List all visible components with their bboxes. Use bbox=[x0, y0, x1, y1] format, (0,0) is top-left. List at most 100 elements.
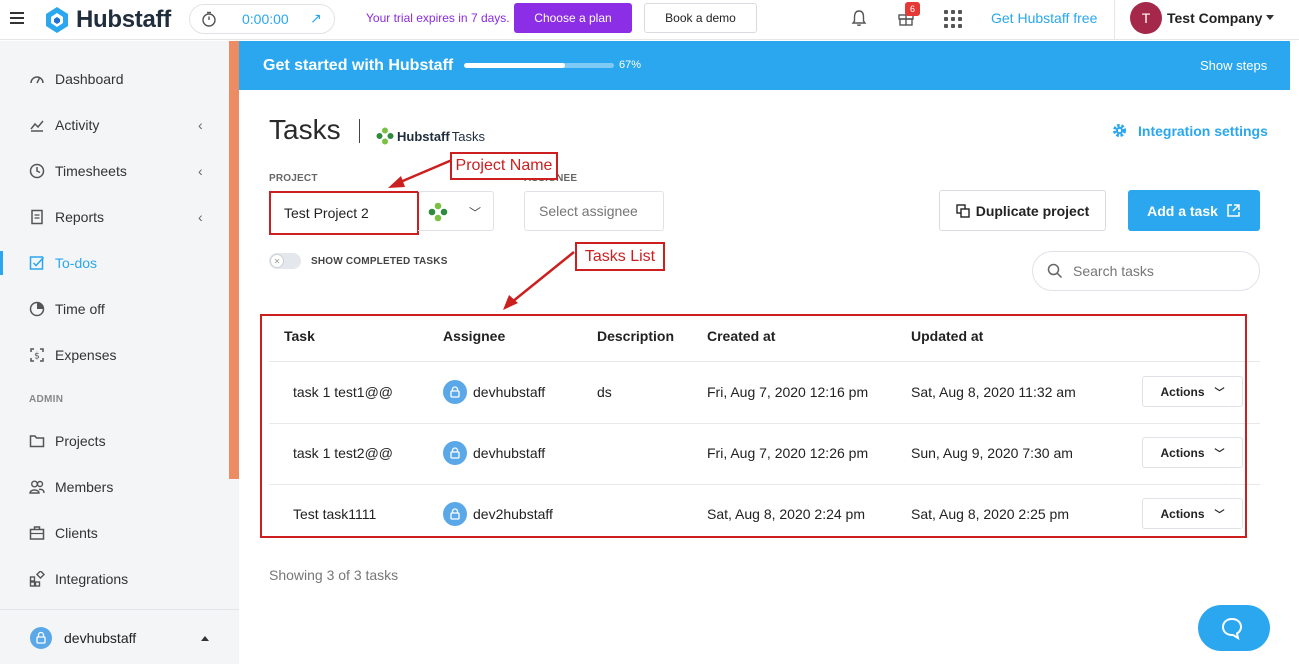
lock-user-icon bbox=[450, 386, 460, 398]
user-name: devhubstaff bbox=[64, 630, 137, 646]
sidebar-item-time-off[interactable]: Time off bbox=[0, 289, 229, 329]
open-timer-arrow-icon[interactable]: ↗ bbox=[310, 10, 322, 27]
assignee-avatar bbox=[443, 441, 467, 465]
checkbox-icon bbox=[29, 256, 45, 270]
lock-user-icon bbox=[450, 447, 460, 459]
sidebar-item-activity[interactable]: Activity ‹ bbox=[0, 105, 229, 145]
pagination-summary: Showing 3 of 3 tasks bbox=[269, 567, 399, 583]
activity-chart-icon bbox=[30, 120, 44, 132]
user-avatar bbox=[30, 627, 52, 649]
onboarding-progress-label: 67% bbox=[619, 59, 642, 71]
sidebar-user-menu[interactable]: devhubstaff bbox=[0, 609, 239, 664]
task-created-at: Sat, Aug 8, 2020 2:24 pm bbox=[707, 506, 866, 522]
get-hubstaff-free-link[interactable]: Get Hubstaff free bbox=[991, 10, 1097, 26]
add-task-button[interactable]: Add a task bbox=[1128, 190, 1260, 231]
sidebar-item-integrations[interactable]: Integrations bbox=[0, 559, 229, 599]
search-tasks-input[interactable] bbox=[1073, 261, 1243, 281]
sidebar-item-label: Activity bbox=[55, 117, 100, 133]
assignee-avatar bbox=[443, 380, 467, 404]
task-name[interactable]: task 1 test2@@ bbox=[293, 445, 393, 461]
onboarding-progress-fill bbox=[464, 63, 565, 68]
sidebar-item-label: Members bbox=[55, 479, 114, 495]
task-name[interactable]: task 1 test1@@ bbox=[293, 384, 393, 400]
choose-plan-button[interactable]: Choose a plan bbox=[514, 3, 632, 33]
integration-settings-link[interactable]: Integration settings bbox=[1111, 122, 1268, 139]
sidebar-item-dashboard[interactable]: Dashboard bbox=[0, 59, 229, 99]
bell-icon[interactable] bbox=[850, 9, 868, 27]
actions-dropdown[interactable]: Actions ﹀ bbox=[1142, 437, 1243, 468]
chevron-down-icon: ﹀ bbox=[469, 206, 482, 220]
task-updated-at: Sun, Aug 9, 2020 7:30 am bbox=[911, 445, 1073, 461]
task-created-at: Fri, Aug 7, 2020 12:16 pm bbox=[707, 384, 869, 400]
table-header-divider bbox=[269, 361, 1260, 362]
toggle-off-icon: ✕ bbox=[270, 254, 284, 268]
chevron-down-icon: ﹀ bbox=[1214, 388, 1225, 399]
company-name[interactable]: Test Company bbox=[1167, 10, 1262, 26]
sidebar-item-timesheets[interactable]: Timesheets ‹ bbox=[0, 151, 229, 191]
brand-regular: Tasks bbox=[451, 128, 485, 144]
tasks-list-arrow-line bbox=[511, 251, 575, 303]
folder-icon bbox=[29, 435, 45, 448]
sidebar-item-projects[interactable]: Projects bbox=[0, 421, 229, 461]
hubstaff-logo-icon bbox=[46, 7, 68, 33]
sidebar-item-clients[interactable]: Clients bbox=[0, 513, 229, 553]
banner-title: Get started with Hubstaff bbox=[263, 57, 454, 74]
row-divider bbox=[269, 423, 1260, 424]
chat-bubble-icon bbox=[1221, 617, 1243, 640]
add-task-label: Add a task bbox=[1147, 202, 1218, 219]
svg-text:$: $ bbox=[34, 352, 40, 362]
show-completed-toggle[interactable]: ✕ bbox=[269, 253, 301, 269]
sidebar-item-expenses[interactable]: $ Expenses bbox=[0, 335, 229, 375]
column-header-updated-at[interactable]: Updated at bbox=[911, 328, 983, 344]
task-name[interactable]: Test task1111 bbox=[293, 506, 376, 522]
project-label: PROJECT bbox=[269, 173, 318, 184]
sidebar-item-label: Expenses bbox=[55, 347, 117, 363]
duplicate-project-label: Duplicate project bbox=[975, 202, 1090, 219]
project-select-toggle[interactable]: ﹀ bbox=[418, 191, 494, 231]
project-name-arrow-line bbox=[397, 158, 453, 185]
sidebar-item-label: Integrations bbox=[55, 571, 129, 587]
brand-name: Hubstaff bbox=[76, 6, 171, 33]
project-name-annotation: Project Name bbox=[450, 152, 558, 180]
column-header-assignee[interactable]: Assignee bbox=[443, 328, 505, 344]
project-select[interactable]: Test Project 2 bbox=[269, 191, 419, 235]
company-avatar[interactable]: T bbox=[1130, 2, 1162, 34]
duplicate-project-button[interactable]: Duplicate project bbox=[939, 190, 1106, 231]
actions-dropdown[interactable]: Actions ﹀ bbox=[1142, 376, 1243, 407]
lock-user-icon bbox=[36, 631, 46, 644]
lock-user-icon bbox=[450, 508, 460, 520]
menu-icon[interactable] bbox=[10, 12, 24, 24]
task-description: ds bbox=[597, 384, 612, 400]
tasks-list-arrow-head bbox=[503, 295, 518, 310]
page-title: Tasks bbox=[269, 114, 341, 145]
sidebar-item-members[interactable]: Members bbox=[0, 467, 229, 507]
column-header-task[interactable]: Task bbox=[284, 328, 315, 344]
assignee-name: dev2hubstaff bbox=[473, 506, 553, 522]
timer-widget[interactable]: 0:00:00 ↗ bbox=[189, 4, 335, 34]
banner-edge bbox=[1290, 41, 1299, 90]
sidebar-item-label: Clients bbox=[55, 525, 98, 541]
show-steps-link[interactable]: Show steps bbox=[1200, 58, 1267, 73]
sidebar-scrollbar[interactable] bbox=[229, 41, 239, 479]
column-header-created-at[interactable]: Created at bbox=[707, 328, 775, 344]
project-name-arrow-head bbox=[388, 176, 405, 188]
actions-dropdown[interactable]: Actions ﹀ bbox=[1142, 498, 1243, 529]
hubstaff-tasks-brand: Hubstaff Tasks bbox=[376, 127, 485, 145]
chevron-left-icon: ‹ bbox=[198, 209, 203, 225]
sidebar-item-to-dos[interactable]: To-dos bbox=[0, 243, 229, 283]
sidebar-item-label: Timesheets bbox=[55, 163, 127, 179]
actions-label: Actions bbox=[1160, 384, 1205, 399]
column-header-description[interactable]: Description bbox=[597, 328, 674, 344]
company-caret-down-icon[interactable] bbox=[1266, 15, 1274, 20]
gear-icon bbox=[1113, 124, 1126, 137]
apps-grid-icon[interactable] bbox=[944, 10, 962, 28]
assignee-select[interactable] bbox=[524, 191, 664, 231]
timer-value: 0:00:00 bbox=[242, 11, 289, 27]
sidebar-item-label: Time off bbox=[55, 301, 105, 317]
hubstaff-logo[interactable]: Hubstaff bbox=[42, 5, 171, 35]
sidebar-item-reports[interactable]: Reports ‹ bbox=[0, 197, 229, 237]
chat-launcher[interactable] bbox=[1198, 605, 1270, 651]
search-tasks-box[interactable] bbox=[1032, 251, 1260, 291]
actions-label: Actions bbox=[1160, 445, 1205, 460]
book-demo-button[interactable]: Book a demo bbox=[644, 3, 757, 33]
